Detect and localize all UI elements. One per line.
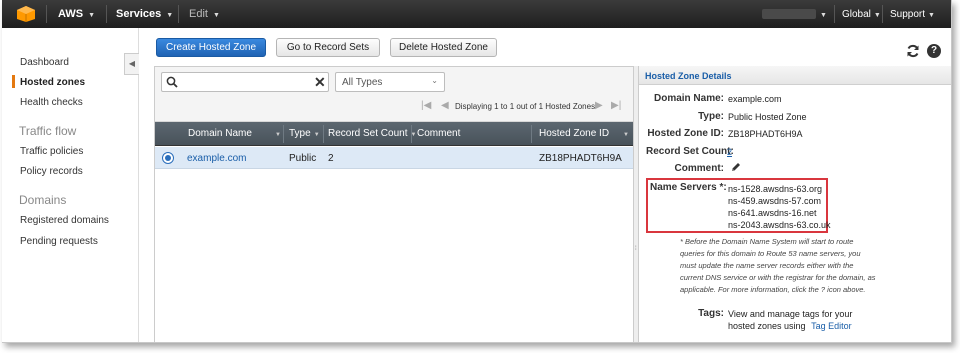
grip-icon: ⁞ [635,246,637,252]
aws-menu[interactable]: AWS ▼ [58,8,95,20]
tags-description-cont: hosted zones using Tag Editor [728,321,852,331]
delete-hosted-zone-button[interactable]: Delete Hosted Zone [390,38,497,57]
column-divider [283,125,284,143]
type-filter-value: All Types [342,77,383,88]
name-server-item: ns-2043.awsdns-63.co.uk [728,220,831,230]
table-header: Domain Name ▼ Type ▼ Record Set Count ▼ Co… [155,122,633,146]
next-page-icon[interactable]: ▶ [595,100,603,111]
region-menu[interactable]: Global ▼ [842,9,881,20]
chevron-down-icon: ⌄ [431,76,438,85]
row-select-radio[interactable] [162,152,174,164]
chevron-down-icon: ▼ [212,12,220,19]
name-server-item: ns-1528.awsdns-63.org [728,184,823,194]
name-servers-note: * Before the Domain Name System will sta… [680,237,876,294]
top-nav: AWS ▼ Services ▼ Edit ▼ ▼ Global ▼ Support ▼ [2,0,951,28]
nav-divider [46,5,47,23]
domain-name-value: example.com [728,94,782,104]
column-header-hosted-zone-id[interactable]: Hosted Zone ID [539,128,609,139]
record-set-count-label: Record Set Count: [646,146,734,157]
tag-editor-link[interactable]: Tag Editor [811,321,852,331]
column-divider [411,125,412,143]
column-divider [323,125,324,143]
sidebar-item-traffic-policies[interactable]: Traffic policies [20,146,83,157]
search-input[interactable] [182,75,302,89]
chevron-down-icon: ▼ [873,12,881,19]
type-label: Type: [698,111,724,122]
clear-search-icon[interactable]: ✕ [314,74,326,90]
sort-icon[interactable]: ▼ [272,128,281,139]
hosted-zone-details-panel: Hosted Zone Details Domain Name: example… [639,66,951,342]
domain-name-label: Domain Name: [653,93,724,104]
chevron-down-icon: ▼ [928,12,935,19]
prev-page-icon[interactable]: ◀ [441,100,449,111]
pager-status: Displaying 1 to 1 out of 1 Hosted Zones [455,102,596,111]
chevron-left-icon: ◀ [128,59,136,68]
column-divider [531,125,532,143]
sidebar: Dashboard Hosted zones Health checks Tra… [2,28,139,342]
account-chevron[interactable]: ▼ [820,8,827,20]
active-indicator [12,75,15,88]
column-header-domain-name[interactable]: Domain Name [188,128,252,139]
sidebar-section-domains: Domains [19,193,67,207]
sidebar-item-dashboard[interactable]: Dashboard [20,57,69,68]
column-header-comment[interactable]: Comment [417,128,460,139]
aws-cube-icon[interactable] [16,5,36,23]
sidebar-collapse-button[interactable]: ◀ [124,53,139,75]
sidebar-item-pending-requests[interactable]: Pending requests [20,236,98,247]
comment-label: Comment: [674,163,724,174]
chevron-down-icon: ▼ [166,12,174,19]
tags-description: View and manage tags for your [728,309,853,319]
name-server-item: ns-641.awsdns-16.net [728,208,817,218]
name-servers-label: Name Servers *: [650,182,727,193]
type-filter-select[interactable]: All Types ⌄ [335,72,445,92]
tags-description-text: hosted zones using [728,321,806,331]
filter-bar: ✕ All Types ⌄ |◀ ◀ Displaying 1 to 1 out… [155,67,633,122]
cell-record-set-count: 2 [328,153,334,164]
account-name-redacted[interactable] [762,9,816,19]
chevron-down-icon: ▼ [88,12,95,19]
column-header-record-set-count[interactable]: Record Set Count ▼ [328,128,416,139]
edit-menu[interactable]: Edit ▼ [189,8,220,20]
table-row[interactable]: example.com Public 2 ZB18PHADT6H9A [155,147,633,169]
create-hosted-zone-button[interactable]: Create Hosted Zone [156,38,266,57]
record-set-count-link[interactable]: 2 [727,147,732,157]
tags-label: Tags: [698,308,724,319]
refresh-icon[interactable] [906,44,920,58]
sort-icon: ▼ [313,132,320,138]
nav-divider [178,5,179,23]
sidebar-item-registered-domains[interactable]: Registered domains [20,215,109,226]
hosted-zone-id-value: ZB18PHADT6H9A [728,129,803,139]
hosted-zones-table-panel: ✕ All Types ⌄ |◀ ◀ Displaying 1 to 1 out… [154,66,634,342]
cell-hosted-zone-id: ZB18PHADT6H9A [539,153,622,164]
sidebar-item-policy-records[interactable]: Policy records [20,166,83,177]
first-page-icon[interactable]: |◀ [421,100,431,111]
nav-divider [834,5,835,23]
hosted-zone-id-label: Hosted Zone ID: [647,128,724,139]
details-heading: Hosted Zone Details [639,66,951,85]
last-page-icon[interactable]: ▶| [611,100,621,111]
support-menu[interactable]: Support ▼ [890,9,935,20]
console-window: AWS ▼ Services ▼ Edit ▼ ▼ Global ▼ Support ▼ … [2,0,952,343]
pencil-icon[interactable] [731,162,741,172]
sidebar-section-traffic-flow: Traffic flow [19,124,77,138]
chevron-down-icon: ▼ [820,12,827,19]
services-menu[interactable]: Services ▼ [116,8,173,20]
search-field[interactable]: ✕ [161,72,329,92]
sidebar-item-health-checks[interactable]: Health checks [20,97,83,108]
sort-icon[interactable]: ▼ [620,128,629,139]
go-to-record-sets-button[interactable]: Go to Record Sets [276,38,380,57]
radio-dot [165,155,171,161]
help-icon[interactable]: ? [927,44,941,58]
search-icon [166,76,178,88]
column-header-type[interactable]: Type ▼ [289,128,320,139]
type-value: Public Hosted Zone [728,112,807,122]
nav-divider [106,5,107,23]
sidebar-item-hosted-zones[interactable]: Hosted zones [20,77,85,88]
name-server-item: ns-459.awsdns-57.com [728,196,822,206]
cell-type: Public [289,153,317,164]
cell-domain-name[interactable]: example.com [187,153,246,164]
nav-divider [882,5,883,23]
